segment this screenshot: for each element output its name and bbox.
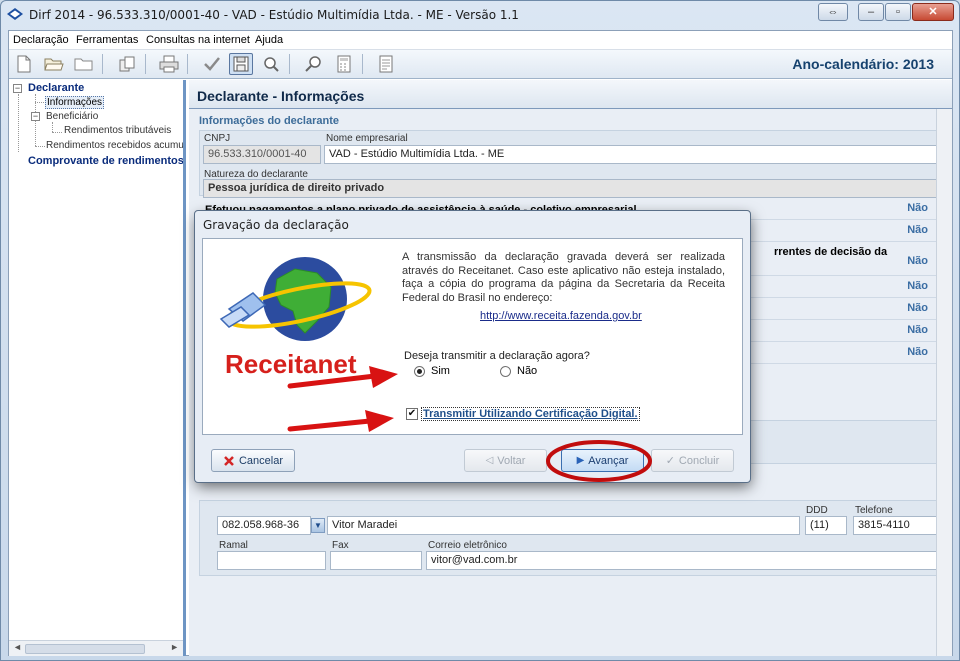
red-arrow-icon <box>287 366 398 389</box>
highlight-circle <box>546 440 652 482</box>
red-arrow-icon <box>287 410 394 432</box>
annotation-overlay <box>287 366 652 482</box>
